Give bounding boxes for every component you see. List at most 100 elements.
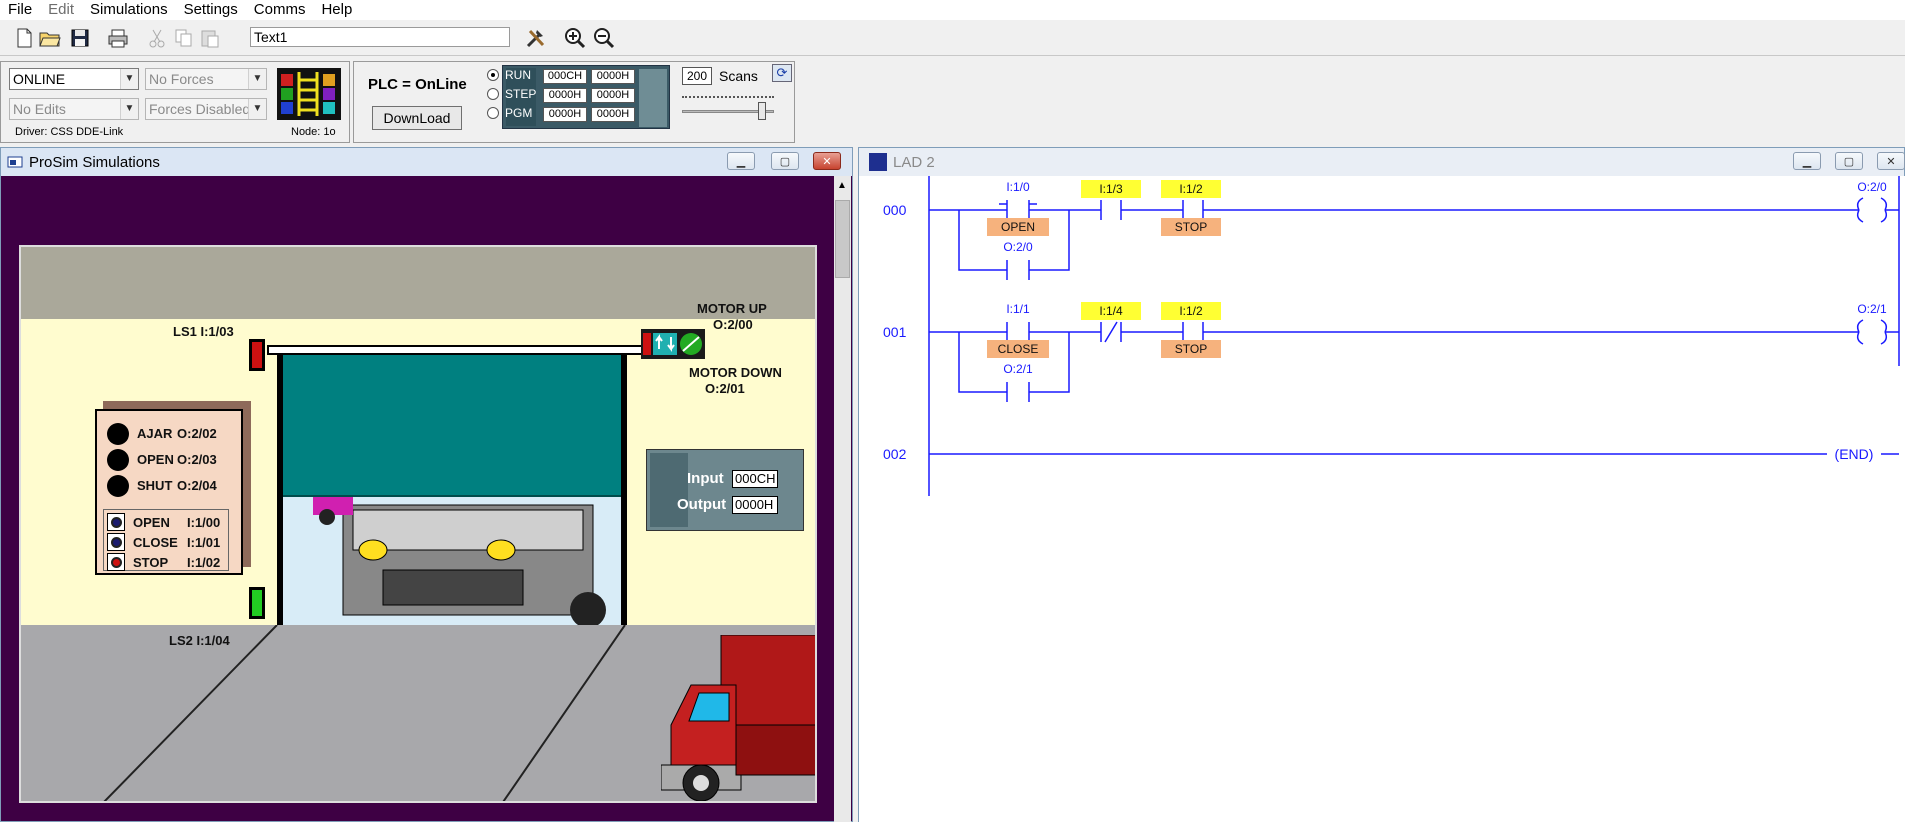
prosim-window-title: ProSim Simulations xyxy=(29,153,160,171)
menu-file[interactable]: File xyxy=(0,0,40,20)
maximize-button[interactable]: ▢ xyxy=(1835,152,1863,170)
download-button[interactable]: DownLoad xyxy=(372,106,462,130)
open-folder-icon[interactable] xyxy=(38,26,62,50)
menu-simulations[interactable]: Simulations xyxy=(82,0,176,20)
zoom-in-icon[interactable] xyxy=(563,26,587,50)
rung-number-000: 000 xyxy=(883,202,907,218)
stop-pushbutton[interactable] xyxy=(107,553,125,571)
shut-lamp-label: SHUT xyxy=(137,478,173,493)
control-box: AJAR O:2/02 OPEN O:2/03 SHUT O:2/04 OPEN… xyxy=(95,409,243,575)
close-pushbutton[interactable] xyxy=(107,533,125,551)
control-panel: ONLINE ▼ No Forces ▼ No Edits ▼ Forces D… xyxy=(0,61,350,143)
pgm-label: PGM xyxy=(505,106,533,120)
io-input-label: Input xyxy=(687,470,724,487)
minimize-button[interactable]: ▁ xyxy=(1793,152,1821,170)
chevron-down-icon[interactable]: ▼ xyxy=(248,99,266,119)
toolbar: Text1 xyxy=(0,22,1905,56)
rung-number-001: 001 xyxy=(883,324,907,340)
step-label: STEP xyxy=(505,87,537,101)
copy-icon[interactable] xyxy=(172,26,196,50)
scans-input[interactable]: 200 xyxy=(682,67,712,85)
garage-scene: LS1 I:1/03 LS2 I:1/04 MOTOR UP O:2/00 MO… xyxy=(19,245,817,803)
open-button-label: OPEN xyxy=(133,515,170,530)
driver-label: Driver: CSS DDE-Link xyxy=(15,126,124,138)
menu-help[interactable]: Help xyxy=(313,0,360,20)
stop-button-label: STOP xyxy=(133,555,169,570)
open-lamp-label: OPEN xyxy=(137,452,174,467)
step-mode-radio[interactable] xyxy=(487,88,499,100)
ls2-label: LS2 I:1/04 xyxy=(169,633,230,648)
stop-pushbutton-dot xyxy=(110,556,122,568)
close-pushbutton-dot xyxy=(110,536,122,548)
end-label: END xyxy=(1839,446,1869,462)
close-button[interactable]: ✕ xyxy=(1877,152,1905,170)
lad-window: LAD 2 ▁ ▢ ✕ 000 001 002 I:1/0 OPEN O:2/0… xyxy=(858,147,1905,822)
limit-switch-ls1 xyxy=(249,339,265,371)
tools-icon[interactable] xyxy=(524,26,548,50)
hex-value: 0000H xyxy=(591,88,635,103)
hex-value: 0000H xyxy=(543,107,587,122)
slider-ticks xyxy=(682,96,774,98)
ajar-lamp-label: AJAR xyxy=(137,426,173,441)
shut-lamp-address: O:2/04 xyxy=(177,478,217,493)
ls1-label: LS1 I:1/03 xyxy=(173,324,234,339)
branch-address: O:2/0 xyxy=(1003,240,1033,254)
chevron-down-icon[interactable]: ▼ xyxy=(120,69,138,89)
run-mode-radio[interactable] xyxy=(487,69,499,81)
coil-address: O:2/1 xyxy=(1857,302,1887,316)
branch-address: O:2/1 xyxy=(1003,362,1033,376)
maximize-button[interactable]: ▢ xyxy=(771,152,799,170)
ajar-lamp xyxy=(107,423,129,445)
motor-up-address: O:2/00 xyxy=(713,317,753,332)
io-output-label: Output xyxy=(677,496,727,513)
chevron-down-icon[interactable]: ▼ xyxy=(120,99,138,119)
chevron-down-icon[interactable]: ▼ xyxy=(248,69,266,89)
hex-value: 0000H xyxy=(543,88,587,103)
open-pushbutton[interactable] xyxy=(107,513,125,531)
edits-select[interactable]: No Edits ▼ xyxy=(9,98,139,120)
contact-address: I:1/4 xyxy=(1081,302,1141,320)
plc-module-icon xyxy=(639,69,667,127)
open-button-address: I:1/00 xyxy=(187,515,221,530)
mode-select[interactable]: ONLINE ▼ xyxy=(9,68,139,90)
new-file-icon[interactable] xyxy=(12,26,36,50)
contact-tag: OPEN xyxy=(987,218,1049,236)
contact-tag: STOP xyxy=(1161,340,1221,358)
save-icon[interactable] xyxy=(68,26,92,50)
node-label: Node: 1o xyxy=(291,126,336,138)
minimize-button[interactable]: ▁ xyxy=(727,152,755,170)
cut-icon[interactable] xyxy=(145,26,169,50)
forces-select-value: No Forces xyxy=(149,71,214,87)
menu-bar: File Edit Simulations Settings Comms Hel… xyxy=(0,0,1905,20)
scrollbar-thumb[interactable] xyxy=(835,200,850,278)
garage-door-panel xyxy=(283,355,621,497)
edits-select-value: No Edits xyxy=(13,101,66,117)
menu-settings[interactable]: Settings xyxy=(176,0,246,20)
plc-panel: PLC = OnLine DownLoad RUN STEP PGM 000CH… xyxy=(353,61,795,143)
slider-thumb[interactable] xyxy=(757,102,766,120)
pgm-mode-radio[interactable] xyxy=(487,107,499,119)
open-lamp-address: O:2/03 xyxy=(177,452,217,467)
limit-switch-ls2 xyxy=(249,587,265,619)
forces-select[interactable]: No Forces ▼ xyxy=(145,68,267,90)
print-icon[interactable] xyxy=(106,26,130,50)
plc-status-label: PLC = OnLine xyxy=(368,76,467,93)
forces-enabled-select[interactable]: Forces Disabled ▼ xyxy=(145,98,267,120)
scroll-up-arrow-icon[interactable]: ▲ xyxy=(837,180,847,191)
close-button[interactable]: ✕ xyxy=(813,152,841,170)
io-output-value: 0000H xyxy=(732,496,778,514)
shut-lamp xyxy=(107,475,129,497)
open-lamp xyxy=(107,449,129,471)
vertical-scrollbar[interactable]: ▲ xyxy=(834,176,851,822)
contact-tag: CLOSE xyxy=(987,340,1049,358)
zoom-out-icon[interactable] xyxy=(592,26,616,50)
motor-up-label: MOTOR UP xyxy=(697,301,767,316)
menu-edit[interactable]: Edit xyxy=(40,0,82,20)
text-field[interactable]: Text1 xyxy=(250,27,510,47)
lad-titlebar: LAD 2 ▁ ▢ ✕ xyxy=(859,148,1905,176)
scan-speed-slider[interactable] xyxy=(680,92,776,122)
menu-comms[interactable]: Comms xyxy=(246,0,314,20)
prosim-app-icon xyxy=(7,155,25,169)
refresh-icon[interactable]: ⟳ xyxy=(772,64,792,82)
paste-icon[interactable] xyxy=(198,26,222,50)
